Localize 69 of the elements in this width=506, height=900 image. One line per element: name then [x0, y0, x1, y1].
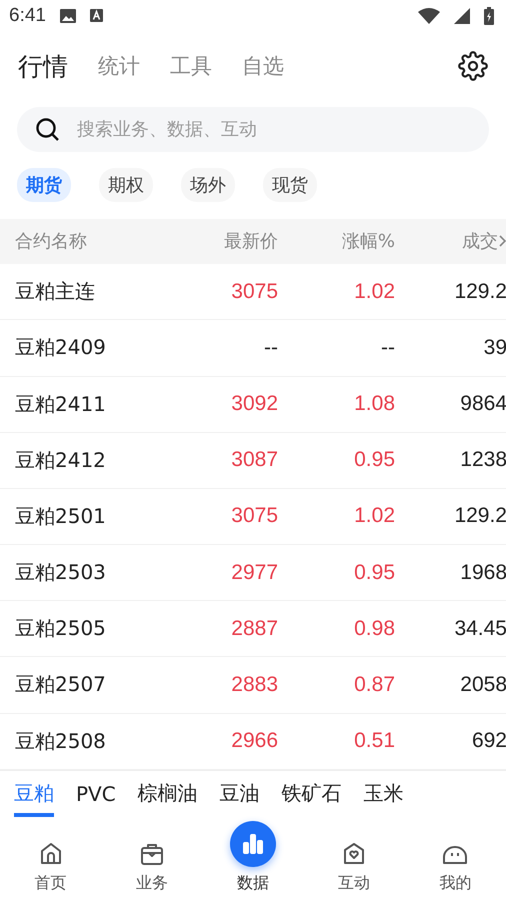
price-cell-text: --	[263, 336, 278, 360]
volume-cell-text: 1238	[459, 448, 506, 472]
chart-icon	[230, 820, 276, 867]
commodity-tab[interactable]: 豆油	[220, 774, 260, 818]
change-cell-text: 0.98	[353, 616, 395, 641]
top-tab[interactable]: 统计	[98, 52, 140, 80]
nav-item[interactable]: 我的	[404, 840, 506, 894]
search-icon	[35, 116, 61, 142]
commodity-tab[interactable]: 玉米	[364, 774, 404, 818]
price-cell-text: 2883	[230, 672, 278, 697]
change-cell-text: 1.02	[353, 280, 395, 304]
change-cell-text: 0.87	[353, 672, 395, 697]
market-chip[interactable]: 场外	[181, 168, 235, 202]
contract-name: 豆粕2412	[15, 446, 107, 474]
market-chip[interactable]: 现货	[263, 168, 317, 202]
market-chip[interactable]: 期权	[99, 168, 153, 202]
volume-cell-text: 692	[470, 729, 506, 754]
column-header: 最新价	[223, 230, 278, 254]
search-field[interactable]: 搜索业务、数据、互动	[17, 106, 489, 152]
change-cell-text: 0.51	[353, 729, 395, 754]
change-cell-text: 1.08	[353, 392, 395, 416]
price-cell-text: 3075	[230, 504, 278, 528]
status-time: 6:41	[9, 4, 46, 27]
volume-cell-text: 1968	[459, 560, 506, 585]
nav-item[interactable]: 首页	[0, 840, 102, 894]
price-cell-text: 2977	[230, 560, 278, 585]
commodity-tab[interactable]: PVC	[76, 776, 116, 816]
volume-cell-text: 9864	[459, 392, 506, 416]
change-cell-text: --	[380, 336, 395, 360]
contract-name: 豆粕2507	[15, 671, 107, 698]
contract-name: 豆粕2508	[15, 728, 107, 755]
settings-icon[interactable]	[458, 51, 488, 82]
contract-name: 豆粕主连	[15, 278, 96, 306]
contract-name: 豆粕2503	[15, 559, 107, 586]
volume-cell-text: 34.45	[453, 616, 506, 641]
column-header: 合约名称	[15, 230, 88, 254]
volume-cell-text: 129.2	[453, 504, 506, 528]
signal-icon	[454, 8, 470, 24]
nav-item[interactable]: 业务	[101, 840, 202, 894]
market-chip[interactable]: 期货	[17, 168, 71, 202]
price-cell-text: 3075	[230, 280, 278, 304]
price-cell-text: 2887	[230, 616, 278, 641]
nav-item[interactable]: 互动	[304, 840, 405, 894]
volume-cell-text: 129.2	[453, 280, 506, 304]
chevron-right-icon	[498, 234, 506, 248]
price-cell-text: 3087	[230, 448, 278, 472]
contract-name: 豆粕2411	[15, 390, 107, 418]
change-cell-text: 1.02	[353, 504, 395, 528]
price-cell-text: 2966	[230, 729, 278, 754]
commodity-tab[interactable]: 棕榈油	[138, 774, 198, 818]
image-icon	[60, 8, 76, 23]
top-tab[interactable]: 工具	[170, 52, 212, 80]
contract-name: 豆粕2505	[15, 615, 107, 642]
top-tab[interactable]: 自选	[242, 52, 284, 80]
change-cell-text: 0.95	[353, 560, 395, 585]
contract-name: 豆粕2501	[15, 502, 107, 530]
price-cell-text: 3092	[230, 392, 278, 416]
commodity-tab[interactable]: 豆粕	[14, 774, 54, 818]
contract-name: 豆粕2409	[15, 334, 107, 362]
top-tab[interactable]: 行情	[18, 50, 68, 83]
commodity-tab[interactable]: 铁矿石	[282, 774, 342, 818]
column-header: 涨幅%	[340, 230, 395, 254]
volume-cell-text: 39	[482, 336, 506, 360]
wifi-icon	[418, 8, 440, 24]
change-cell-text: 0.95	[353, 448, 395, 472]
keyboard-icon	[90, 9, 103, 22]
nav-item[interactable]: 数据	[202, 820, 304, 894]
volume-cell-text: 2058	[459, 672, 506, 697]
battery-icon	[484, 6, 494, 25]
